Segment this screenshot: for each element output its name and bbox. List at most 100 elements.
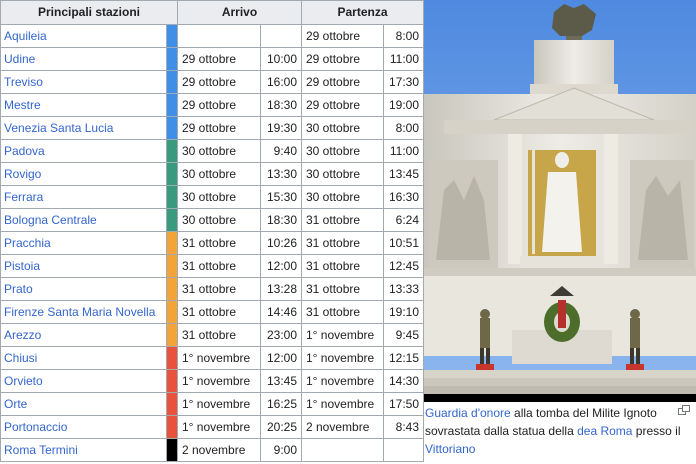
departure-date: 29 ottobre bbox=[301, 70, 384, 94]
arrival-time: 18:30 bbox=[260, 208, 302, 232]
station-link[interactable]: Portonaccio bbox=[0, 415, 167, 439]
arrival-date: 30 ottobre bbox=[177, 162, 261, 186]
caption-link-dea-roma[interactable]: dea Roma bbox=[577, 424, 632, 438]
table-row: Treviso 29 ottobre 16:00 29 ottobre 17:30 bbox=[0, 70, 424, 94]
monument-photo[interactable] bbox=[424, 0, 696, 402]
caption-link-guardia[interactable]: Guardia d'onore bbox=[425, 406, 511, 420]
route-segment-bar bbox=[166, 116, 178, 140]
arrival-date: 29 ottobre bbox=[177, 116, 261, 140]
caption-link-vittoriano[interactable]: Vittoriano bbox=[425, 442, 475, 456]
column-header-departure: Partenza bbox=[301, 0, 424, 25]
route-segment-bar bbox=[166, 47, 178, 71]
station-link[interactable]: Ferrara bbox=[0, 185, 167, 209]
arrival-date bbox=[177, 24, 261, 48]
route-segment-bar bbox=[166, 254, 178, 278]
column-header-stations: Principali stazioni bbox=[0, 0, 178, 25]
station-link[interactable]: Padova bbox=[0, 139, 167, 163]
departure-date: 1° novembre bbox=[301, 369, 384, 393]
arrival-date: 31 ottobre bbox=[177, 254, 261, 278]
station-link[interactable]: Firenze Santa Maria Novella bbox=[0, 300, 167, 324]
departure-date: 29 ottobre bbox=[301, 24, 384, 48]
route-segment-bar bbox=[166, 300, 178, 324]
figure: Guardia d'onore alla tomba del Milite Ig… bbox=[424, 0, 696, 464]
arrival-time: 19:30 bbox=[260, 116, 302, 140]
arrival-time: 18:30 bbox=[260, 93, 302, 117]
departure-time: 13:45 bbox=[383, 162, 424, 186]
departure-date bbox=[301, 438, 384, 462]
route-segment-bar bbox=[166, 346, 178, 370]
arrival-time: 9:00 bbox=[260, 438, 302, 462]
enlarge-icon[interactable] bbox=[678, 405, 690, 415]
route-segment-bar bbox=[166, 415, 178, 439]
station-link[interactable]: Venezia Santa Lucia bbox=[0, 116, 167, 140]
departure-time bbox=[383, 438, 424, 462]
schedule-table: Principali stazioni Arrivo Partenza Aqui… bbox=[0, 0, 424, 462]
departure-date: 30 ottobre bbox=[301, 162, 384, 186]
station-link[interactable]: Roma Termini bbox=[0, 438, 167, 462]
arrival-time bbox=[260, 24, 302, 48]
departure-date: 31 ottobre bbox=[301, 208, 384, 232]
station-link[interactable]: Rovigo bbox=[0, 162, 167, 186]
departure-date: 2 novembre bbox=[301, 415, 384, 439]
table-row: Padova 30 ottobre 9:40 30 ottobre 11:00 bbox=[0, 139, 424, 163]
departure-date: 31 ottobre bbox=[301, 231, 384, 255]
arrival-time: 16:00 bbox=[260, 70, 302, 94]
table-row: Mestre 29 ottobre 18:30 29 ottobre 19:00 bbox=[0, 93, 424, 117]
arrival-date: 1° novembre bbox=[177, 369, 261, 393]
station-link[interactable]: Chiusi bbox=[0, 346, 167, 370]
route-segment-bar bbox=[166, 208, 178, 232]
station-link[interactable]: Pracchia bbox=[0, 231, 167, 255]
station-link[interactable]: Orte bbox=[0, 392, 167, 416]
departure-date: 1° novembre bbox=[301, 323, 384, 347]
departure-date: 30 ottobre bbox=[301, 116, 384, 140]
route-segment-bar bbox=[166, 392, 178, 416]
arrival-time: 12:00 bbox=[260, 254, 302, 278]
station-link[interactable]: Prato bbox=[0, 277, 167, 301]
station-link[interactable]: Pistoia bbox=[0, 254, 167, 278]
route-segment-bar bbox=[166, 438, 178, 462]
table-row: Aquileia 29 ottobre 8:00 bbox=[0, 24, 424, 48]
departure-time: 10:51 bbox=[383, 231, 424, 255]
table-row: Chiusi 1° novembre 12:00 1° novembre 12:15 bbox=[0, 346, 424, 370]
arrival-date: 29 ottobre bbox=[177, 93, 261, 117]
arrival-date: 30 ottobre bbox=[177, 185, 261, 209]
departure-date: 29 ottobre bbox=[301, 47, 384, 71]
departure-time: 9:45 bbox=[383, 323, 424, 347]
departure-time: 13:33 bbox=[383, 277, 424, 301]
station-link[interactable]: Udine bbox=[0, 47, 167, 71]
arrival-date: 2 novembre bbox=[177, 438, 261, 462]
station-link[interactable]: Orvieto bbox=[0, 369, 167, 393]
departure-time: 8:00 bbox=[383, 116, 424, 140]
station-link[interactable]: Bologna Centrale bbox=[0, 208, 167, 232]
departure-time: 11:00 bbox=[383, 47, 424, 71]
arrival-date: 31 ottobre bbox=[177, 231, 261, 255]
route-segment-bar bbox=[166, 231, 178, 255]
table-row: Orte 1° novembre 16:25 1° novembre 17:50 bbox=[0, 392, 424, 416]
table-row: Ferrara 30 ottobre 15:30 30 ottobre 16:30 bbox=[0, 185, 424, 209]
figure-caption: Guardia d'onore alla tomba del Milite Ig… bbox=[425, 404, 693, 458]
departure-date: 1° novembre bbox=[301, 346, 384, 370]
station-link[interactable]: Treviso bbox=[0, 70, 167, 94]
departure-time: 14:30 bbox=[383, 369, 424, 393]
table-row: Prato 31 ottobre 13:28 31 ottobre 13:33 bbox=[0, 277, 424, 301]
table-header-row: Principali stazioni Arrivo Partenza bbox=[0, 0, 424, 25]
station-link[interactable]: Mestre bbox=[0, 93, 167, 117]
table-row: Arezzo 31 ottobre 23:00 1° novembre 9:45 bbox=[0, 323, 424, 347]
route-segment-bar bbox=[166, 139, 178, 163]
departure-time: 17:50 bbox=[383, 392, 424, 416]
arrival-time: 20:25 bbox=[260, 415, 302, 439]
station-link[interactable]: Arezzo bbox=[0, 323, 167, 347]
arrival-date: 1° novembre bbox=[177, 346, 261, 370]
departure-time: 8:00 bbox=[383, 24, 424, 48]
arrival-date: 30 ottobre bbox=[177, 139, 261, 163]
table-row: Rovigo 30 ottobre 13:30 30 ottobre 13:45 bbox=[0, 162, 424, 186]
arrival-date: 1° novembre bbox=[177, 392, 261, 416]
table-row: Pracchia 31 ottobre 10:26 31 ottobre 10:51 bbox=[0, 231, 424, 255]
column-header-arrival: Arrivo bbox=[177, 0, 302, 25]
station-link[interactable]: Aquileia bbox=[0, 24, 167, 48]
arrival-date: 31 ottobre bbox=[177, 300, 261, 324]
departure-date: 30 ottobre bbox=[301, 185, 384, 209]
arrival-time: 9:40 bbox=[260, 139, 302, 163]
arrival-time: 10:26 bbox=[260, 231, 302, 255]
departure-time: 19:00 bbox=[383, 93, 424, 117]
